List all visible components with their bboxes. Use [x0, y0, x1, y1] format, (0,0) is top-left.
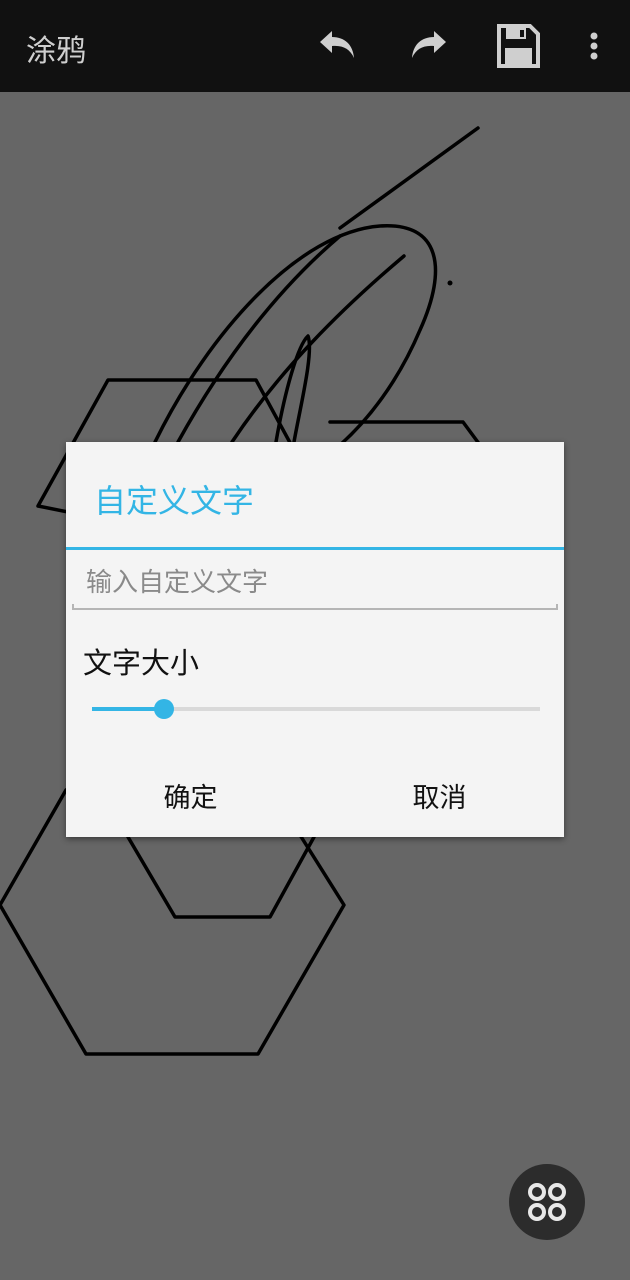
confirm-button[interactable]: 确定: [66, 762, 315, 834]
custom-text-input[interactable]: [72, 560, 558, 606]
dialog-title-divider: [66, 547, 564, 550]
cancel-button[interactable]: 取消: [315, 762, 564, 834]
four-circles-menu-icon: [528, 1183, 566, 1221]
custom-text-dialog: 自定义文字 文字大小 确定 取消: [66, 442, 564, 837]
text-size-label: 文字大小: [83, 646, 200, 680]
slider-fill: [92, 707, 164, 711]
floating-menu-button[interactable]: [509, 1164, 585, 1240]
dialog-title: 自定义文字: [94, 482, 255, 520]
input-underline: [72, 604, 558, 610]
text-size-slider[interactable]: [92, 697, 540, 721]
slider-thumb[interactable]: [153, 699, 174, 719]
